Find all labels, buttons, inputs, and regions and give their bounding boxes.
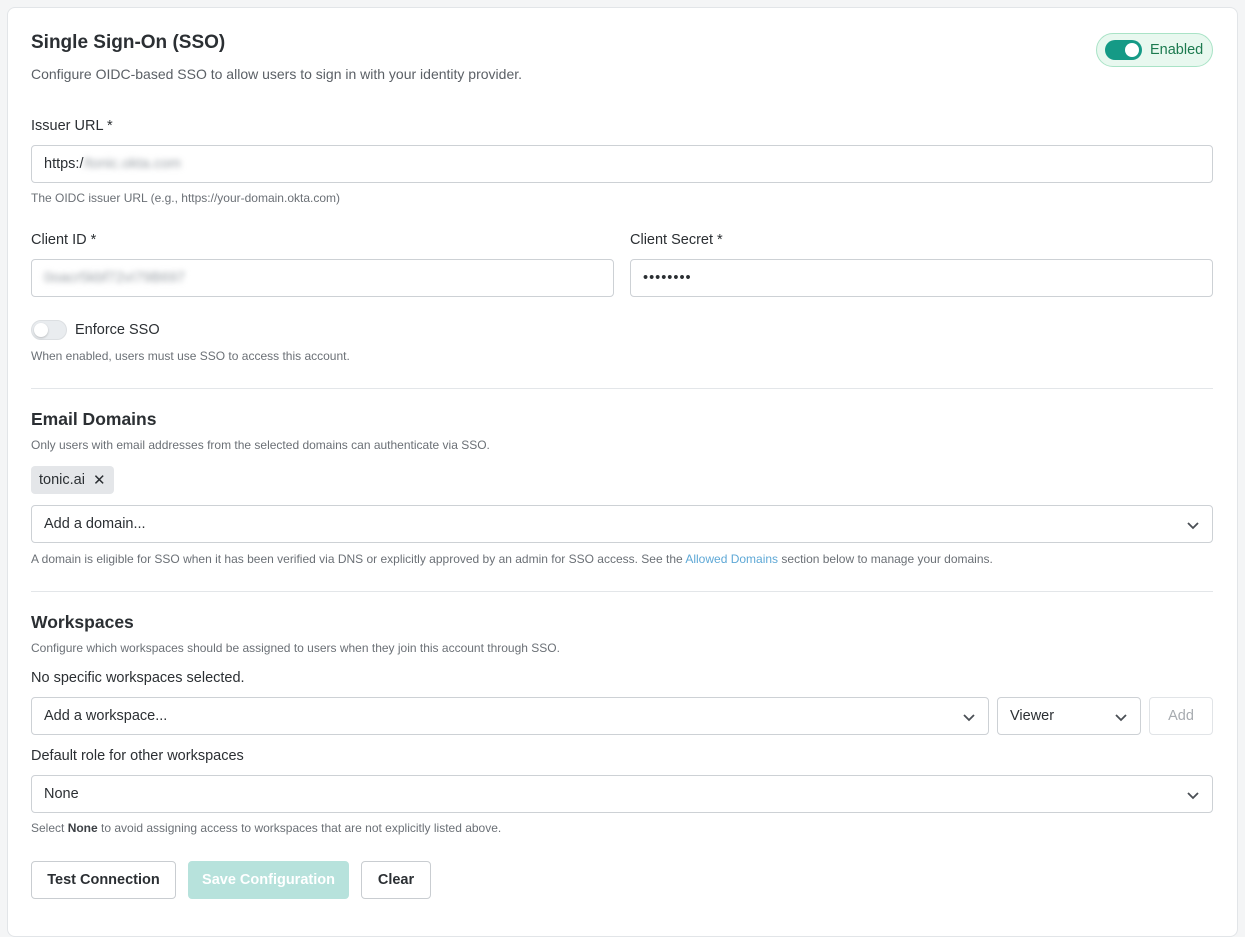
chevron-down-icon [963,714,975,722]
email-domains-subtitle: Only users with email addresses from the… [31,438,490,452]
divider [31,388,1213,389]
chevron-down-icon [1115,714,1127,722]
email-domains-help-suffix: section below to manage your domains. [778,552,993,566]
default-role-help-text: Select [31,821,68,835]
remove-chip-icon[interactable]: ✕ [93,473,106,488]
toggle-label: Enabled [1150,42,1204,58]
enforce-sso-toggle[interactable] [31,320,67,340]
toggle-switch-icon [1105,40,1142,60]
workspaces-empty-text: No specific workspaces selected. [31,670,245,686]
workspaces-subtitle: Configure which workspaces should be ass… [31,641,560,655]
default-role-help-suffix: to avoid assigning access to workspaces … [97,821,502,835]
issuer-url-input[interactable]: https://tonic.okta.com [31,145,1213,183]
page-subtitle: Configure OIDC-based SSO to allow users … [31,66,523,82]
client-id-label: Client ID * [31,232,97,248]
save-configuration-button[interactable]: Save Configuration [188,861,349,899]
default-role-select[interactable]: None [31,775,1213,813]
add-workspace-button[interactable]: Add [1149,697,1213,735]
default-role-value: None [44,786,79,802]
workspace-select-placeholder: Add a workspace... [44,708,168,724]
issuer-url-prefix: https:/ [44,156,84,172]
issuer-url-label: Issuer URL * [31,118,113,134]
test-connection-button[interactable]: Test Connection [31,861,176,899]
role-select-value: Viewer [1010,708,1055,724]
enforce-sso-label: Enforce SSO [75,322,160,338]
page-title: Single Sign-On (SSO) [31,32,226,53]
issuer-url-help: The OIDC issuer URL (e.g., https://your-… [31,191,340,205]
add-workspace-label: Add [1168,708,1194,724]
default-role-label: Default role for other workspaces [31,748,244,764]
email-domains-help: A domain is eligible for SSO when it has… [31,552,993,566]
role-select[interactable]: Viewer [997,697,1141,735]
email-domains-help-text: A domain is eligible for SSO when it has… [31,552,686,566]
clear-button[interactable]: Clear [361,861,431,899]
sso-enabled-toggle[interactable]: Enabled [1096,33,1213,67]
email-domains-title: Email Domains [31,409,157,429]
workspaces-title: Workspaces [31,612,134,632]
client-id-input[interactable]: 0oacr5kbf72vI79B697 [31,259,614,297]
chevron-down-icon [1187,522,1199,530]
default-role-help-bold: None [67,821,98,835]
domain-chip: tonic.ai ✕ [31,466,114,494]
issuer-url-blurred-value: /tonic.okta.com [83,156,182,172]
workspace-select[interactable]: Add a workspace... [31,697,989,735]
allowed-domains-link[interactable]: Allowed Domains [685,552,778,566]
client-secret-value: •••••••• [643,270,692,286]
domain-select-placeholder: Add a domain... [44,516,146,532]
client-secret-input[interactable]: •••••••• [630,259,1213,297]
domain-select[interactable]: Add a domain... [31,505,1213,543]
chevron-down-icon [1187,792,1199,800]
enforce-sso-help: When enabled, users must use SSO to acce… [31,349,350,363]
divider [31,591,1213,592]
domain-chip-label: tonic.ai [39,472,85,488]
client-id-blurred-value: 0oacr5kbf72vI79B697 [44,270,186,286]
sso-card: Single Sign-On (SSO) Configure OIDC-base… [7,7,1238,937]
client-secret-label: Client Secret * [630,232,723,248]
default-role-help: Select None to avoid assigning access to… [31,821,501,835]
